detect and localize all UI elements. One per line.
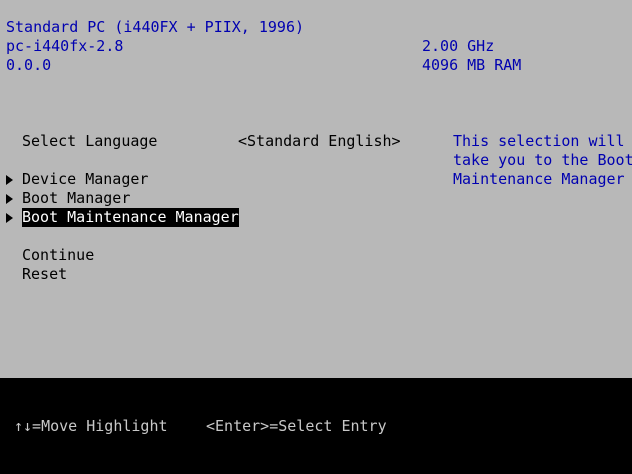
help-text-line-3: Maintenance Manager [453, 170, 625, 188]
menu-item-boot-maintenance-manager[interactable]: Boot Maintenance Manager [22, 208, 239, 227]
help-text-line-1: This selection will [453, 132, 625, 150]
memory-size: 4096 MB RAM [422, 56, 522, 74]
submenu-arrow-icon [6, 213, 13, 223]
reset-option[interactable]: Reset [22, 265, 67, 284]
key-hints-footer: ↑↓=Move Highlight <Enter>=Select Entry [0, 378, 632, 474]
move-highlight-hint: ↑↓=Move Highlight [14, 417, 168, 435]
language-selector[interactable]: <Standard English> [238, 132, 401, 151]
help-text-line-2: take you to the Boot [453, 151, 632, 169]
submenu-arrow-icon [6, 175, 13, 185]
select-entry-hint: <Enter>=Select Entry [206, 417, 387, 435]
continue-option[interactable]: Continue [22, 246, 94, 265]
main-panel: Standard PC (i440FX + PIIX, 1996) pc-i44… [0, 0, 632, 378]
machine-name: Standard PC (i440FX + PIIX, 1996) [6, 18, 305, 36]
menu-item-device-manager[interactable]: Device Manager [22, 170, 148, 189]
select-language-label: Select Language [22, 132, 158, 150]
submenu-arrow-icon [6, 194, 13, 204]
firmware-version: 0.0.0 [6, 56, 52, 74]
cpu-speed: 2.00 GHz [422, 37, 495, 55]
machine-type: pc-i440fx-2.8 [6, 37, 124, 55]
menu-item-boot-manager[interactable]: Boot Manager [22, 189, 130, 208]
uefi-setup-screen: Standard PC (i440FX + PIIX, 1996) pc-i44… [0, 0, 632, 474]
